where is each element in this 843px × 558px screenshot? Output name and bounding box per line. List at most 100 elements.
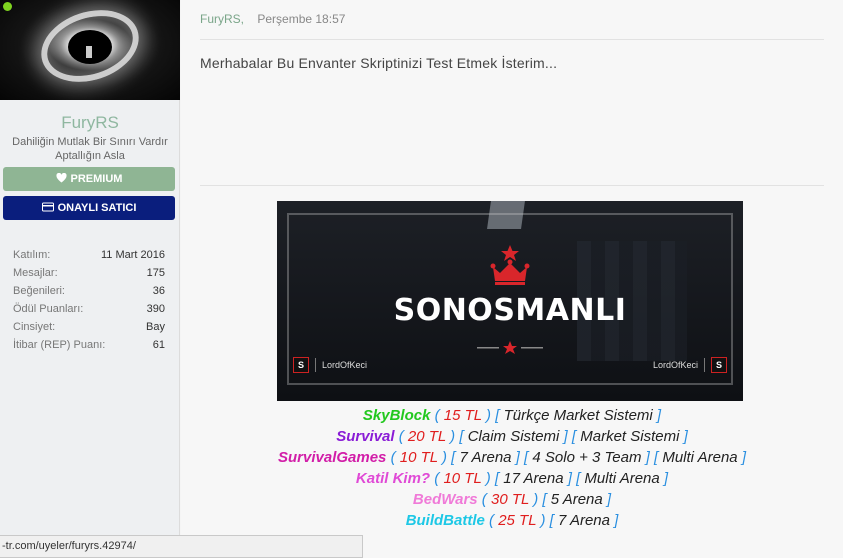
game-feature: Multi Arena [662, 449, 738, 466]
bracket: ] [652, 407, 662, 424]
header-divider [200, 39, 824, 40]
stat-value[interactable]: 390 [147, 300, 165, 318]
game-feature: 7 Arena [557, 512, 610, 529]
stat-value: 36 [152, 285, 165, 297]
username[interactable]: FuryRS [0, 113, 180, 133]
bracket: ] [679, 428, 688, 445]
game-feature: Claim Sistemi [467, 428, 560, 445]
game-line: Survival ( 20 TL ) [ Claim Sistemi ] [ M… [181, 426, 843, 447]
tag-separator [704, 358, 705, 372]
game-feature: Market Sistemi [580, 428, 680, 445]
verified-seller-badge: ONAYLI SATICI [3, 196, 175, 220]
seller-label: ONAYLI SATICI [57, 202, 137, 214]
stat-row: Cinsiyet: Bay [13, 318, 165, 336]
game-name: Katil Kim? [355, 470, 431, 487]
stat-row: İtibar (REP) Puanı: 61 [13, 336, 165, 354]
game-name: Survival [336, 428, 395, 445]
bracket: ] [609, 512, 619, 529]
stat-label: Ödül Puanları: [13, 303, 84, 315]
game-name: SurvivalGames [278, 449, 387, 466]
game-name: BuildBattle [405, 512, 485, 529]
game-name: BedWars [412, 491, 478, 508]
stat-row: Beğenileri: 36 [13, 282, 165, 300]
stat-label: Cinsiyet: [13, 321, 56, 333]
user-stats: Katılım: 11 Mart 2016 Mesajlar: 175 Beğeni… [13, 246, 165, 354]
game-price: 25 TL [498, 512, 537, 529]
banner-tag-left: S LordOfKeci [293, 357, 367, 373]
bracket: ] [737, 449, 746, 466]
stat-value: 11 Mart 2016 [100, 249, 165, 261]
bracket: [ [545, 512, 558, 529]
bracket: [ [490, 470, 504, 487]
stat-value: Bay [146, 321, 165, 333]
heart-icon [55, 172, 67, 186]
bracket: ] [641, 449, 650, 466]
stat-label: Katılım: [13, 249, 51, 261]
stat-row: Ödül Puanları: 390 [13, 300, 165, 318]
s-logo-icon: S [711, 357, 727, 373]
browser-status-bar: -tr.com/uyeler/furyrs.42974/ [0, 535, 363, 558]
game-line: BedWars ( 30 TL ) [ 5 Arena ] [181, 489, 843, 510]
bracket: ( [394, 428, 408, 445]
game-feature: Multi Arena [584, 470, 660, 487]
game-price: 30 TL [490, 491, 530, 508]
bracket: [ [455, 428, 468, 445]
game-name: SkyBlock [362, 407, 431, 424]
bracket: ) [481, 407, 492, 424]
game-feature: Türkçe Market Sistemi [503, 407, 653, 424]
stat-row: Katılım: 11 Mart 2016 [13, 246, 165, 264]
bracket: [ [538, 491, 551, 508]
bracket: ( [430, 470, 444, 487]
game-feature: 7 Arena [459, 449, 512, 466]
bracket: ] [563, 470, 572, 487]
post-header: FuryRS, Perşembe 18:57 [200, 12, 345, 26]
game-price: 20 TL [407, 428, 447, 445]
bracket: [ [571, 470, 585, 487]
stat-label: İtibar (REP) Puanı: [13, 339, 106, 351]
bracket: [ [491, 407, 504, 424]
post-author-link[interactable]: FuryRS, [200, 12, 244, 26]
bracket: ( [484, 512, 499, 529]
bracket: ( [430, 407, 444, 424]
game-list: SkyBlock ( 15 TL ) [ Türkçe Market Siste… [181, 405, 843, 531]
game-line: SkyBlock ( 15 TL ) [ Türkçe Market Siste… [181, 405, 843, 426]
bracket: [ [567, 428, 581, 445]
game-feature: 17 Arena [503, 470, 564, 487]
stat-value[interactable]: 61 [153, 336, 165, 354]
game-line: BuildBattle ( 25 TL ) [ 7 Arena ] [181, 510, 843, 531]
bracket: ) [446, 428, 456, 445]
bracket: ) [481, 470, 491, 487]
bracket: [ [447, 449, 460, 466]
post-message: Merhabalar Bu Envanter Skriptinizi Test … [200, 55, 558, 71]
avatar-figure [86, 46, 92, 58]
stat-value[interactable]: 175 [147, 264, 165, 282]
user-avatar[interactable] [0, 0, 180, 100]
game-price: 10 TL [443, 470, 482, 487]
stat-label: Beğenileri: [13, 285, 65, 297]
post-content: FuryRS, Perşembe 18:57 Merhabalar Bu Env… [181, 0, 843, 558]
s-logo-icon: S [293, 357, 309, 373]
credit-card-icon [41, 202, 54, 215]
premium-label: PREMIUM [70, 173, 123, 185]
tag-separator [315, 358, 316, 372]
post-time[interactable]: Perşembe 18:57 [257, 12, 345, 26]
stat-row: Mesajlar: 175 [13, 264, 165, 282]
bracket: ( [386, 449, 400, 466]
game-feature: 5 Arena [550, 491, 603, 508]
user-title: Dahiliğin Mutlak Bir Sınırı Vardır Aptal… [12, 136, 168, 162]
signature-divider [200, 185, 824, 186]
bracket: ] [659, 470, 669, 487]
bracket: ) [437, 449, 448, 466]
bracket: ] [559, 428, 568, 445]
game-line: SurvivalGames ( 10 TL ) [ 7 Arena ] [ 4 … [181, 447, 843, 468]
stat-label: Mesajlar: [13, 267, 58, 279]
bracket: ] [602, 491, 612, 508]
crown-icon [490, 245, 530, 285]
bracket: ] [511, 449, 520, 466]
banner-tag-right: LordOfKeci S [653, 357, 727, 373]
bracket: [ [519, 449, 533, 466]
star-divider-icon [477, 341, 543, 354]
bracket: ) [529, 491, 539, 508]
online-status-icon [3, 2, 12, 11]
premium-badge: PREMIUM [3, 167, 175, 191]
